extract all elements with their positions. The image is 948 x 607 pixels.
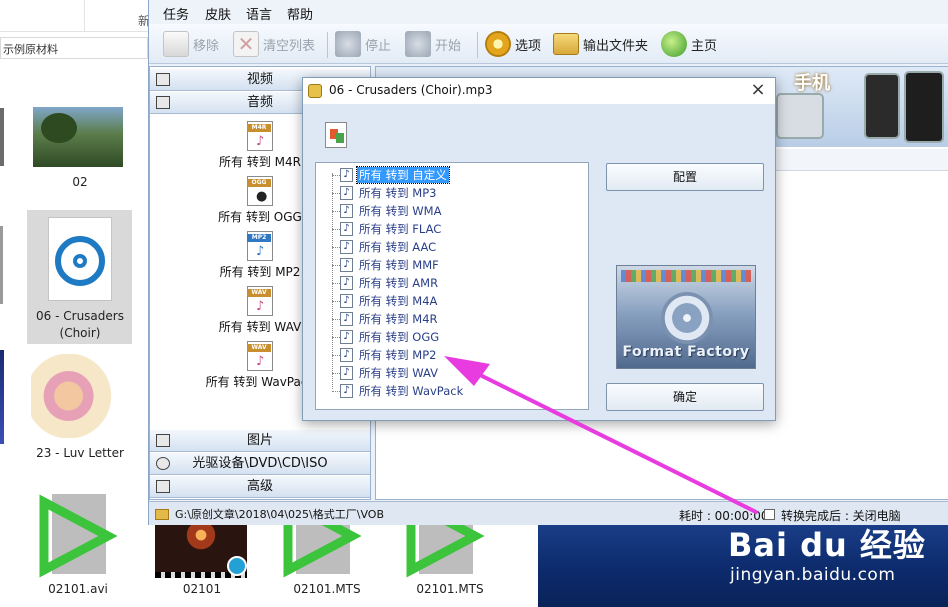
- arrow-head: [444, 356, 490, 386]
- annotation-arrow: [444, 356, 758, 514]
- arrow-shaft: [464, 366, 758, 514]
- baidu-url: jingyan.baidu.com: [730, 565, 896, 585]
- baidu-watermark: Bai du 经验: [728, 526, 926, 564]
